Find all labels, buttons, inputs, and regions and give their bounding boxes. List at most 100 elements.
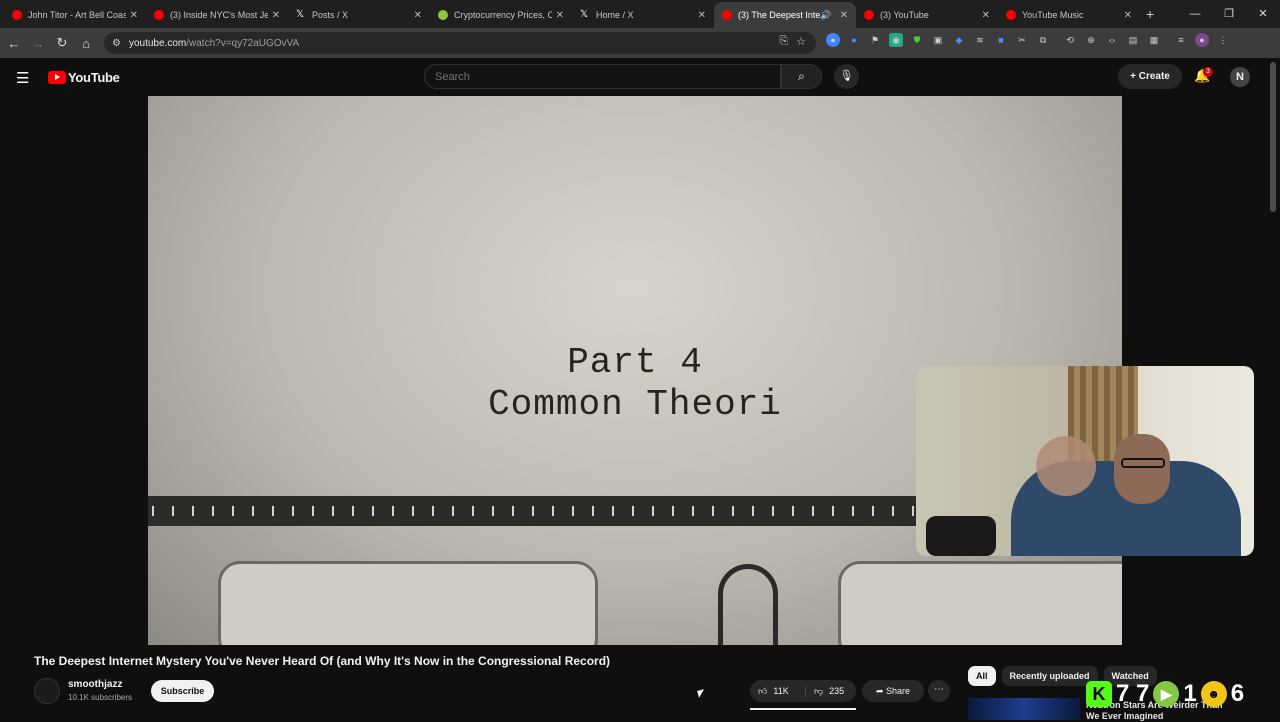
page-scrollbar[interactable] [1270,62,1276,212]
account-avatar[interactable]: N [1230,67,1250,87]
history-icon[interactable]: ⟲ [1063,33,1077,47]
chip-recently-uploaded[interactable]: Recently uploaded [1001,666,1098,686]
youtube-favicon-icon [154,10,164,20]
restore-icon[interactable]: ❐ [1212,0,1246,28]
microphone-stand [926,516,996,556]
share-arrow-icon: ➦ [875,686,886,696]
reload-icon[interactable]: ↻ [50,35,74,51]
scale-tick [652,506,654,516]
browser-tab-7[interactable]: (3) YouTube ✕ [856,2,998,28]
site-info-icon[interactable]: ⚙ [112,38,121,49]
home-icon[interactable]: ⌂ [74,36,98,51]
close-tab-icon[interactable]: ✕ [414,10,422,21]
close-tab-icon[interactable]: ✕ [272,10,280,21]
scale-tick [312,506,314,516]
install-app-icon[interactable]: ⎘ [779,35,788,48]
window-controls: — ❐ ✕ [1178,0,1280,28]
new-tab-icon[interactable]: + [1146,6,1154,22]
chrome-menu-icon[interactable]: ⋮ [1216,33,1230,47]
subscribe-button[interactable]: Subscribe [151,680,214,702]
voice-search-button[interactable]: 🎙 [834,64,859,89]
search-button[interactable]: ⌕ [781,64,822,89]
scale-tick [292,506,294,516]
split-view-icon[interactable]: ▦ [1147,33,1161,47]
chip-all[interactable]: All [968,666,996,686]
back-icon[interactable]: ← [2,36,26,51]
browser-tab-5[interactable]: 𝕏 Home / X ✕ [572,2,714,28]
channel-name[interactable]: smoothjazz [68,679,122,690]
media-control-icon[interactable]: ≡ [1174,33,1188,47]
extension-icon[interactable]: ▣ [931,33,945,47]
recommended-thumbnail[interactable] [968,698,1080,720]
scale-tick [612,506,614,516]
profile-avatar-icon[interactable]: ● [1195,33,1209,47]
scale-tick [892,506,894,516]
extensions-puzzle-icon[interactable]: ⧉ [1036,33,1050,47]
speaker-icon[interactable]: 🔊 [820,10,831,21]
extension-icon[interactable]: ◆ [952,33,966,47]
close-tab-icon[interactable]: ✕ [130,10,138,21]
more-actions-button[interactable]: ⋯ [928,680,950,702]
browser-tab-6[interactable]: (3) The Deepest Intern 🔊 ✕ [714,2,856,28]
close-window-icon[interactable]: ✕ [1246,0,1280,28]
browser-tab-2[interactable]: (3) Inside NYC's Most Jew ✕ [146,2,288,28]
close-tab-icon[interactable]: ✕ [982,10,990,21]
browser-tab-8[interactable]: YouTube Music ✕ [998,2,1140,28]
browser-tab-4[interactable]: Cryptocurrency Prices, Ch ✕ [430,2,572,28]
close-tab-icon[interactable]: ✕ [840,10,848,21]
scale-tick [472,506,474,516]
hamburger-menu-icon[interactable]: ☰ [16,69,29,87]
scale-tick [452,506,454,516]
address-bar[interactable]: ⚙ youtube.com/watch?v=qy72aUGOvVA ⎘ ☆ [104,32,816,54]
extension-icon[interactable]: ● [826,33,840,47]
search-input[interactable] [435,65,780,88]
browser-tab-1[interactable]: John Titor - Art Bell Coast ✕ [4,2,146,28]
like-button[interactable]: 👍︎ 11K [750,685,806,697]
rumble-logo-icon: ▶ [1153,681,1180,707]
scale-tick [572,506,574,516]
scale-tick [512,506,514,516]
scale-tick [732,506,734,516]
share-button[interactable]: ➦ Share [862,680,924,702]
subscriber-count: 10.1K subscribers [68,693,133,702]
create-button[interactable]: + Create [1118,64,1182,89]
extension-icon[interactable]: ⊕ [1084,33,1098,47]
shield-extension-icon[interactable]: ⛊ [910,33,924,47]
channel-avatar[interactable] [34,678,60,704]
extension-icon[interactable]: ● [847,33,861,47]
youtube-favicon-icon [12,10,22,20]
youtube-favicon-icon [722,10,732,20]
webcam-overlay [916,366,1254,556]
scale-tick [412,506,414,516]
bookmark-star-icon[interactable]: ☆ [796,35,806,48]
stream-overlay-counters: K 7 7 ▶ 1 ☻ 6 [1086,680,1244,708]
plus-icon: + [1130,71,1139,82]
extension-icon[interactable]: ⚑ [868,33,882,47]
scale-tick [672,506,674,516]
scale-tick [352,506,354,516]
video-title: The Deepest Internet Mystery You've Neve… [34,654,611,668]
search-box[interactable] [424,64,781,89]
glasses [1121,458,1165,468]
sidepanel-icon[interactable]: ▤ [1126,33,1140,47]
scale-tick [912,506,914,516]
close-tab-icon[interactable]: ✕ [1124,10,1132,21]
devtools-icon[interactable]: ‹› [1105,33,1119,47]
emote-logo-icon: ☻ [1200,681,1227,707]
scale-tick [632,506,634,516]
mouse-cursor-icon [697,689,706,698]
minimize-icon[interactable]: — [1178,0,1212,28]
forward-icon[interactable]: → [26,36,50,51]
youtube-logo[interactable]: YouTube [48,70,120,85]
extension-icon[interactable]: ≋ [973,33,987,47]
more-horizontal-icon: ⋯ [934,684,944,695]
scale-tick [172,506,174,516]
extension-icon[interactable]: ✂ [1015,33,1029,47]
browser-tab-3[interactable]: 𝕏 Posts / X ✕ [288,2,430,28]
extension-icon[interactable]: ■ [994,33,1008,47]
vpn-extension-icon[interactable]: ◉ [889,33,903,47]
scale-tick [492,506,494,516]
close-tab-icon[interactable]: ✕ [698,10,706,21]
close-tab-icon[interactable]: ✕ [556,10,564,21]
dislike-button[interactable]: 👎︎ 235 [806,686,844,697]
